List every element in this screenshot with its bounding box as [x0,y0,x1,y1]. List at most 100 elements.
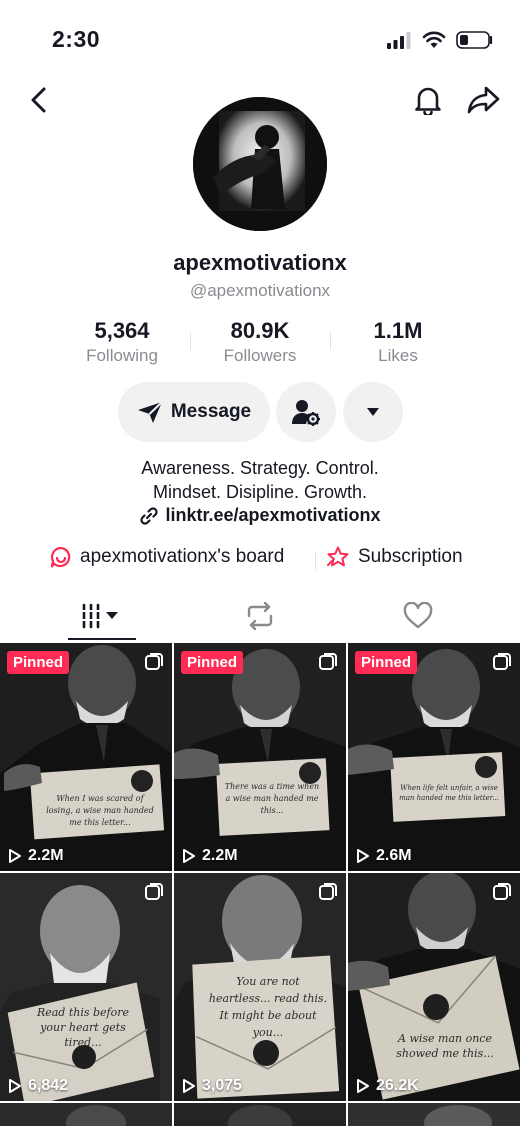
user-gear-icon [292,400,320,426]
video-tile[interactable]: Read this before your heart gets tired..… [0,873,172,1101]
board-link[interactable]: apexmotivationx's board [50,546,284,568]
subscription-link[interactable]: Subscription [326,546,463,568]
more-options-button[interactable] [343,382,403,442]
link-text: linktr.ee/apexmotivationx [165,505,381,525]
avatar[interactable] [193,97,327,231]
video-thumbnail [0,643,172,871]
send-icon [137,401,163,423]
multi-post-icon [493,883,511,900]
video-thumbnail [0,1103,172,1126]
view-count-text: 6,842 [28,1077,69,1094]
active-tab-indicator [68,638,136,640]
view-count: 6,842 [8,1077,68,1095]
pinned-badge: Pinned [181,651,244,674]
followers-label: Followers [223,346,297,365]
video-tile[interactable] [174,1103,346,1126]
thumbnail-caption: You are not heartless... read this. It m… [208,975,328,1039]
video-thumbnail [174,643,346,871]
view-count: 2.6M [356,847,412,865]
multi-post-icon [493,653,511,670]
play-icon [357,849,369,863]
content-tabs [0,594,520,642]
tab-reposts[interactable] [200,594,320,638]
message-button[interactable]: Message [118,382,270,442]
extras-divider [315,552,316,570]
multi-post-icon [319,883,337,900]
username-handle: @apexmotivationx [189,281,331,300]
video-thumbnail [348,643,520,871]
play-icon [183,1079,195,1093]
multi-post-icon [145,653,163,670]
view-count-text: 2.2M [202,847,238,864]
view-count: 2.2M [182,847,238,865]
back-button[interactable] [20,82,56,118]
subscription-label: Subscription [358,546,463,567]
play-icon [9,1079,21,1093]
bio-link[interactable]: linktr.ee/apexmotivationx [0,505,520,526]
video-tile[interactable]: A wise man once showed me this... 26.2K [348,873,520,1101]
video-tile[interactable]: When life felt unfair, a wise man handed… [348,643,520,871]
view-count-text: 3,075 [202,1077,243,1094]
view-count-text: 26.2K [376,1077,419,1094]
wifi-icon [422,31,446,48]
following-count: 5,364 [94,318,150,343]
thumbnail-caption: When I was scared of losing, a wise man … [46,794,154,827]
view-count: 3,075 [182,1077,242,1095]
notification-button[interactable] [410,82,446,118]
profile-extras: apexmotivationx's board Subscription [0,546,520,576]
video-thumbnail [0,873,172,1101]
avatar-image [193,97,327,231]
tab-liked[interactable] [358,594,478,638]
display-name: apexmotivationx [173,250,347,275]
multi-post-icon [319,653,337,670]
bio-line: Mindset. Disipline. Growth. [152,482,368,502]
likes-count: 1.1M [373,318,423,343]
stat-following[interactable]: 5,364 Following [52,318,192,366]
thumbnail-caption: Read this before your heart gets tired..… [36,1006,130,1049]
profile-stats: 5,364 Following 80.9K Followers 1.1M Lik… [0,318,520,372]
message-label: Message [170,401,252,422]
video-tile[interactable]: There was a time when a wise man handed … [174,643,346,871]
share-arrow-icon [467,86,500,114]
video-tile[interactable]: You are not heartless... read this. It m… [174,873,346,1101]
view-count-text: 2.2M [28,847,64,864]
view-count-text: 2.6M [376,847,412,864]
view-count: 26.2K [356,1077,419,1095]
bio-line: Awareness. Strategy. Control. [141,458,379,478]
stat-followers[interactable]: 80.9K Followers [190,318,330,366]
thumbnail-caption: A wise man once showed me this... [396,1032,494,1060]
play-icon [9,849,21,863]
video-tile[interactable]: When I was scared of losing, a wise man … [0,643,172,871]
thumbnail-caption: When life felt unfair, a wise man handed… [399,784,499,802]
bio: Awareness. Strategy. Control. Mindset. D… [0,456,520,504]
follow-settings-button[interactable] [276,382,336,442]
repost-icon [247,602,273,630]
battery-icon [456,31,493,49]
play-icon [183,849,195,863]
bell-icon [415,87,441,115]
status-time: 2:30 [52,26,101,52]
video-thumbnail [174,1103,346,1126]
video-tile[interactable] [348,1103,520,1126]
likes-label: Likes [378,346,418,365]
board-icon [50,546,71,568]
video-thumbnail [348,1103,520,1126]
followers-count: 80.9K [230,318,290,343]
video-tile[interactable] [0,1103,172,1126]
status-bar: 2:30 [0,0,520,80]
stat-likes[interactable]: 1.1M Likes [328,318,468,366]
view-count: 2.2M [8,847,64,865]
pinned-badge: Pinned [7,651,70,674]
caret-down-icon [367,408,379,416]
profile-actions: Message [0,382,520,442]
play-icon [357,1079,369,1093]
heart-icon [403,602,433,629]
share-button[interactable] [464,82,504,118]
signal-icon [387,32,411,49]
videos-grid-icon [82,603,118,629]
chevron-left-icon [31,87,46,113]
tab-videos[interactable] [42,594,162,638]
pinned-badge: Pinned [355,651,418,674]
thumbnail-caption: There was a time when a wise man handed … [224,782,320,815]
video-thumbnail [348,873,520,1101]
